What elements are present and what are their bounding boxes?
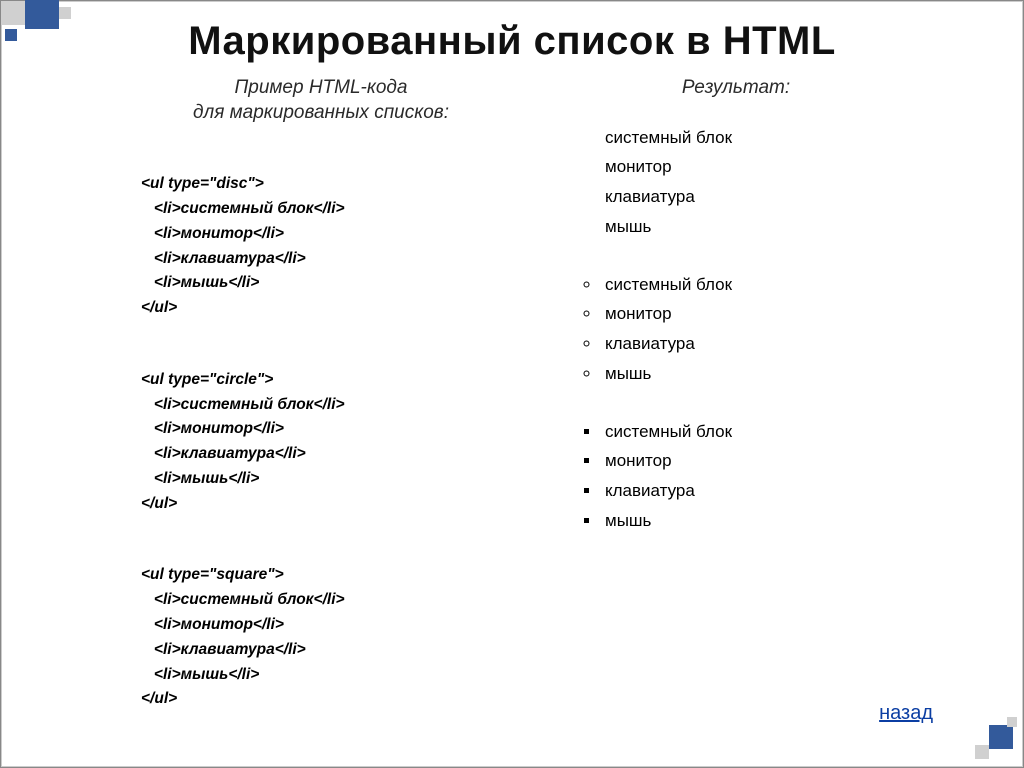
code-line: <ul type="circle"> [141,371,273,388]
list-item: монитор [601,299,901,329]
code-line: <li>мышь</li> [141,470,259,487]
code-line: <li>системный блок</li> [141,200,345,217]
corner-decoration [25,0,59,29]
code-line: <li>мышь</li> [141,274,259,291]
code-column: Пример HTML-кода для маркированных списк… [141,76,501,734]
result-heading: Результат: [571,76,901,101]
list-item: мышь [601,506,901,536]
result-block: системный блок монитор клавиатура мышь с… [571,123,901,536]
result-list-square: системный блок монитор клавиатура мышь [571,417,901,536]
list-item: клавиатура [601,329,901,359]
slide-title: Маркированный список в HTML [41,19,983,64]
list-item: мышь [601,359,901,389]
code-line: </ul> [141,299,177,316]
code-line: </ul> [141,495,177,512]
corner-decoration [1,1,25,25]
code-line: <li>монитор</li> [141,225,284,242]
code-block-circle: <ul type="circle"> <li>системный блок</l… [141,343,501,517]
list-item: монитор [601,446,901,476]
code-block-disc: <ul type="disc"> <li>системный блок</li>… [141,147,501,321]
corner-decoration [1007,717,1017,727]
corner-decoration [975,745,989,759]
list-item: монитор [601,152,901,182]
content-columns: Пример HTML-кода для маркированных списк… [41,76,983,734]
list-item: клавиатура [601,476,901,506]
slide: Маркированный список в HTML Пример HTML-… [0,0,1024,768]
code-line: <li>мышь</li> [141,666,259,683]
code-line: <li>клавиатура</li> [141,641,306,658]
list-item: системный блок [601,270,901,300]
code-line: <li>монитор</li> [141,420,284,437]
result-list-circle: системный блок монитор клавиатура мышь [571,270,901,389]
corner-decoration [5,29,17,41]
back-link[interactable]: назад [879,702,933,725]
code-line: <li>системный блок</li> [141,396,345,413]
code-line: </ul> [141,690,177,707]
code-block-square: <ul type="square"> <li>системный блок</l… [141,539,501,713]
code-line: <ul type="disc"> [141,175,264,192]
code-line: <li>монитор</li> [141,616,284,633]
code-line: <li>системный блок</li> [141,591,345,608]
list-item: системный блок [601,417,901,447]
code-line: <li>клавиатура</li> [141,445,306,462]
result-list-disc: системный блок монитор клавиатура мышь [571,123,901,242]
code-line: <ul type="square"> [141,566,284,583]
corner-decoration [59,7,71,19]
code-heading: Пример HTML-кода для маркированных списк… [141,76,501,125]
result-column: Результат: системный блок монитор клавиа… [571,76,901,734]
list-item: клавиатура [601,182,901,212]
list-item: мышь [601,212,901,242]
list-item: системный блок [601,123,901,153]
code-line: <li>клавиатура</li> [141,250,306,267]
corner-decoration [989,725,1013,749]
